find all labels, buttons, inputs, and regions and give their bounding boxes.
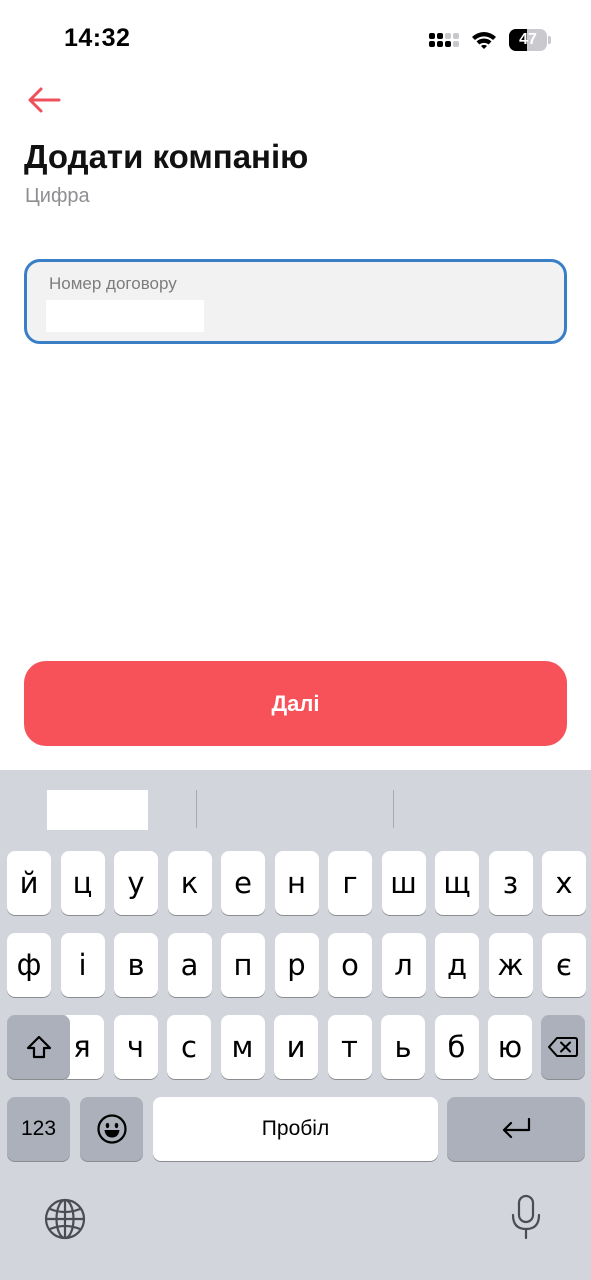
key-letter[interactable]: ю [488, 1015, 532, 1079]
page-title: Додати компанію [24, 138, 309, 175]
key-letter[interactable]: и [274, 1015, 318, 1079]
key-letter[interactable]: ф [7, 933, 51, 997]
key-letter[interactable]: т [327, 1015, 372, 1079]
globe-button[interactable] [44, 1198, 86, 1245]
backspace-icon [548, 1037, 578, 1057]
key-letter[interactable]: л [381, 933, 426, 997]
return-icon [502, 1117, 531, 1139]
key-letter[interactable]: й [7, 851, 51, 915]
cellular-signal-icon [429, 33, 459, 47]
key-letter[interactable]: с [167, 1015, 211, 1079]
shift-key[interactable] [7, 1015, 70, 1079]
microphone-icon [511, 1194, 541, 1240]
key-letter[interactable]: е [221, 851, 265, 915]
wifi-icon [471, 30, 497, 50]
keyboard: йцукенгшщзх фівапролджє ячсмитьбю 123 Пр… [0, 770, 591, 1280]
key-letter[interactable]: п [221, 933, 265, 997]
return-key[interactable] [447, 1097, 585, 1161]
emoji-icon [96, 1114, 127, 1144]
contract-number-label: Номер договору [49, 274, 177, 293]
contract-number-input[interactable] [46, 300, 204, 332]
key-letter[interactable]: в [114, 933, 158, 997]
status-icons: 47 [429, 26, 551, 54]
page-subtitle: Цифра [25, 185, 90, 207]
arrow-left-icon [28, 87, 61, 113]
suggestion-bar [0, 770, 591, 846]
key-letter[interactable]: щ [435, 851, 479, 915]
key-letter[interactable]: г [328, 851, 372, 915]
globe-icon [44, 1198, 86, 1240]
key-letter[interactable]: д [435, 933, 479, 997]
status-bar: 14:32 47 [0, 0, 591, 80]
key-letter[interactable]: а [167, 933, 212, 997]
key-letter[interactable]: к [167, 851, 212, 915]
space-key[interactable]: Пробіл [153, 1097, 438, 1161]
key-letter[interactable]: ч [113, 1015, 158, 1079]
key-letter[interactable]: і [60, 933, 105, 997]
status-time: 14:32 [64, 24, 131, 52]
battery-percentage: 47 [519, 31, 537, 48]
contract-number-field[interactable]: Номер договору [24, 259, 567, 344]
key-letter[interactable]: з [488, 851, 533, 915]
key-letter[interactable]: р [274, 933, 319, 997]
key-letter[interactable]: м [220, 1015, 265, 1079]
numbers-key[interactable]: 123 [7, 1097, 70, 1161]
microphone-button[interactable] [510, 1194, 542, 1245]
emoji-key[interactable] [80, 1097, 143, 1161]
shift-icon [26, 1035, 51, 1059]
key-letter[interactable]: х [542, 851, 586, 915]
key-letter[interactable]: у [114, 851, 158, 915]
key-letter[interactable]: н [274, 851, 319, 915]
key-letter[interactable]: ц [60, 851, 105, 915]
screen: 14:32 47 Додати компанію Цифра Номер дог… [0, 0, 591, 1280]
key-letter[interactable]: б [434, 1015, 479, 1079]
suggestion-divider [393, 790, 394, 828]
suggestion-item[interactable] [47, 790, 148, 830]
key-letter[interactable]: ь [381, 1015, 425, 1079]
battery-icon: 47 [509, 29, 551, 51]
backspace-key[interactable] [541, 1015, 585, 1079]
key-letter[interactable]: ж [488, 933, 533, 997]
next-button[interactable]: Далі [24, 661, 567, 746]
key-letter[interactable]: є [542, 933, 586, 997]
key-letter[interactable]: ш [381, 851, 426, 915]
back-button[interactable] [22, 80, 66, 120]
key-letter[interactable]: о [328, 933, 372, 997]
suggestion-divider [196, 790, 197, 828]
